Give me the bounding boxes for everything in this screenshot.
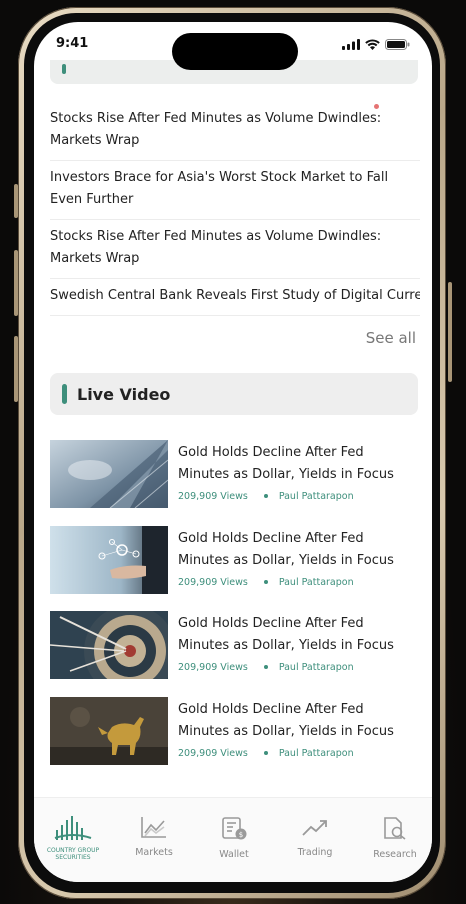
video-item[interactable]: Gold Holds Decline After Fed Minutes as … xyxy=(50,696,420,783)
tab-label: Research xyxy=(373,849,417,860)
trend-up-icon xyxy=(302,820,327,836)
app-screen: 9:41 Stocks Rise After Fed Minutes as Vo… xyxy=(34,22,432,882)
video-views: 209,909 Views xyxy=(178,662,248,673)
unread-dot xyxy=(374,104,379,109)
video-author: Paul Pattarapon xyxy=(278,576,354,588)
video-title[interactable]: Gold Holds Decline After Fed Minutes as … xyxy=(178,613,418,657)
signal-icon xyxy=(342,39,360,50)
video-list: Gold Holds Decline After Fed Minutes as … xyxy=(50,440,420,782)
section-accent-bar xyxy=(62,384,67,404)
video-thumbnail-businessman-hand[interactable] xyxy=(50,525,168,594)
tab-label: Wallet xyxy=(219,849,249,860)
side-button-mute xyxy=(14,184,18,218)
svg-text:$: $ xyxy=(239,831,243,839)
video-title[interactable]: Gold Holds Decline After Fed Minutes as … xyxy=(178,699,418,743)
tab-label: Markets xyxy=(135,847,173,858)
news-item[interactable]: Swedish Central Bank Reveals First Study… xyxy=(50,279,420,316)
news-item[interactable]: Stocks Rise After Fed Minutes as Volume … xyxy=(50,102,420,161)
video-title[interactable]: Gold Holds Decline After Fed Minutes as … xyxy=(178,528,418,572)
dynamic-island xyxy=(172,33,298,70)
bottom-tab-bar: COUNTRY GROUP SECURITIES Markets $ Walle… xyxy=(34,797,432,882)
live-video-header: Live Video xyxy=(50,373,418,415)
video-meta: 209,909 Views Paul Pattarapon xyxy=(178,491,354,502)
video-author: Paul Pattarapon xyxy=(278,662,354,673)
status-bar: 9:41 xyxy=(34,22,432,72)
news-item[interactable]: Investors Brace for Asia's Worst Stock M… xyxy=(50,161,420,220)
meta-separator xyxy=(263,579,268,584)
video-views: 209,909 Views xyxy=(178,576,248,588)
video-item[interactable]: Gold Holds Decline After Fed Minutes as … xyxy=(50,611,420,697)
video-views: 209,909 Views xyxy=(178,747,248,759)
see-all-link[interactable]: See all xyxy=(366,329,416,347)
meta-separator xyxy=(263,494,268,498)
wallet-icon: $ xyxy=(222,817,247,840)
video-item[interactable]: Gold Holds Decline After Fed Minutes as … xyxy=(50,525,420,612)
video-thumbnail-golden-bull[interactable] xyxy=(50,696,168,765)
video-thumbnail-dartboard[interactable] xyxy=(50,611,168,679)
meta-separator xyxy=(263,665,268,669)
video-views: 209,909 Views xyxy=(178,491,248,502)
status-time: 9:41 xyxy=(56,36,89,51)
tab-label: Trading xyxy=(297,847,333,858)
video-author: Paul Pattarapon xyxy=(278,747,354,759)
wifi-icon xyxy=(365,39,380,50)
news-list: Stocks Rise After Fed Minutes as Volume … xyxy=(50,102,420,316)
status-icons xyxy=(342,39,410,50)
video-meta: 209,909 Views Paul Pattarapon xyxy=(178,662,354,673)
video-meta: 209,909 Views Paul Pattarapon xyxy=(178,748,354,759)
video-item[interactable]: Gold Holds Decline After Fed Minutes as … xyxy=(50,440,420,526)
meta-separator xyxy=(263,750,268,755)
video-meta: 209,909 Views Paul Pattarapon xyxy=(178,577,354,588)
side-button-volume-down xyxy=(14,336,18,402)
brand-logo-icon xyxy=(54,816,92,840)
side-button-volume-up xyxy=(14,250,18,316)
line-chart-icon xyxy=(141,817,166,838)
battery-icon xyxy=(385,39,410,50)
side-button-power xyxy=(448,282,452,382)
tab-markets[interactable]: Markets xyxy=(119,816,189,858)
tab-home[interactable]: COUNTRY GROUP SECURITIES xyxy=(38,816,108,861)
news-item[interactable]: Stocks Rise After Fed Minutes as Volume … xyxy=(50,220,420,279)
tab-wallet[interactable]: $ Wallet xyxy=(199,816,269,860)
section-title: Live Video xyxy=(77,384,171,404)
research-icon xyxy=(384,817,406,840)
tab-research[interactable]: Research xyxy=(360,816,430,860)
tab-trading[interactable]: Trading xyxy=(280,816,350,858)
video-author: Paul Pattarapon xyxy=(278,491,354,502)
video-title[interactable]: Gold Holds Decline After Fed Minutes as … xyxy=(178,442,418,486)
brand-name: COUNTRY GROUP SECURITIES xyxy=(46,847,100,861)
video-thumbnail-glass-building[interactable] xyxy=(50,440,168,508)
